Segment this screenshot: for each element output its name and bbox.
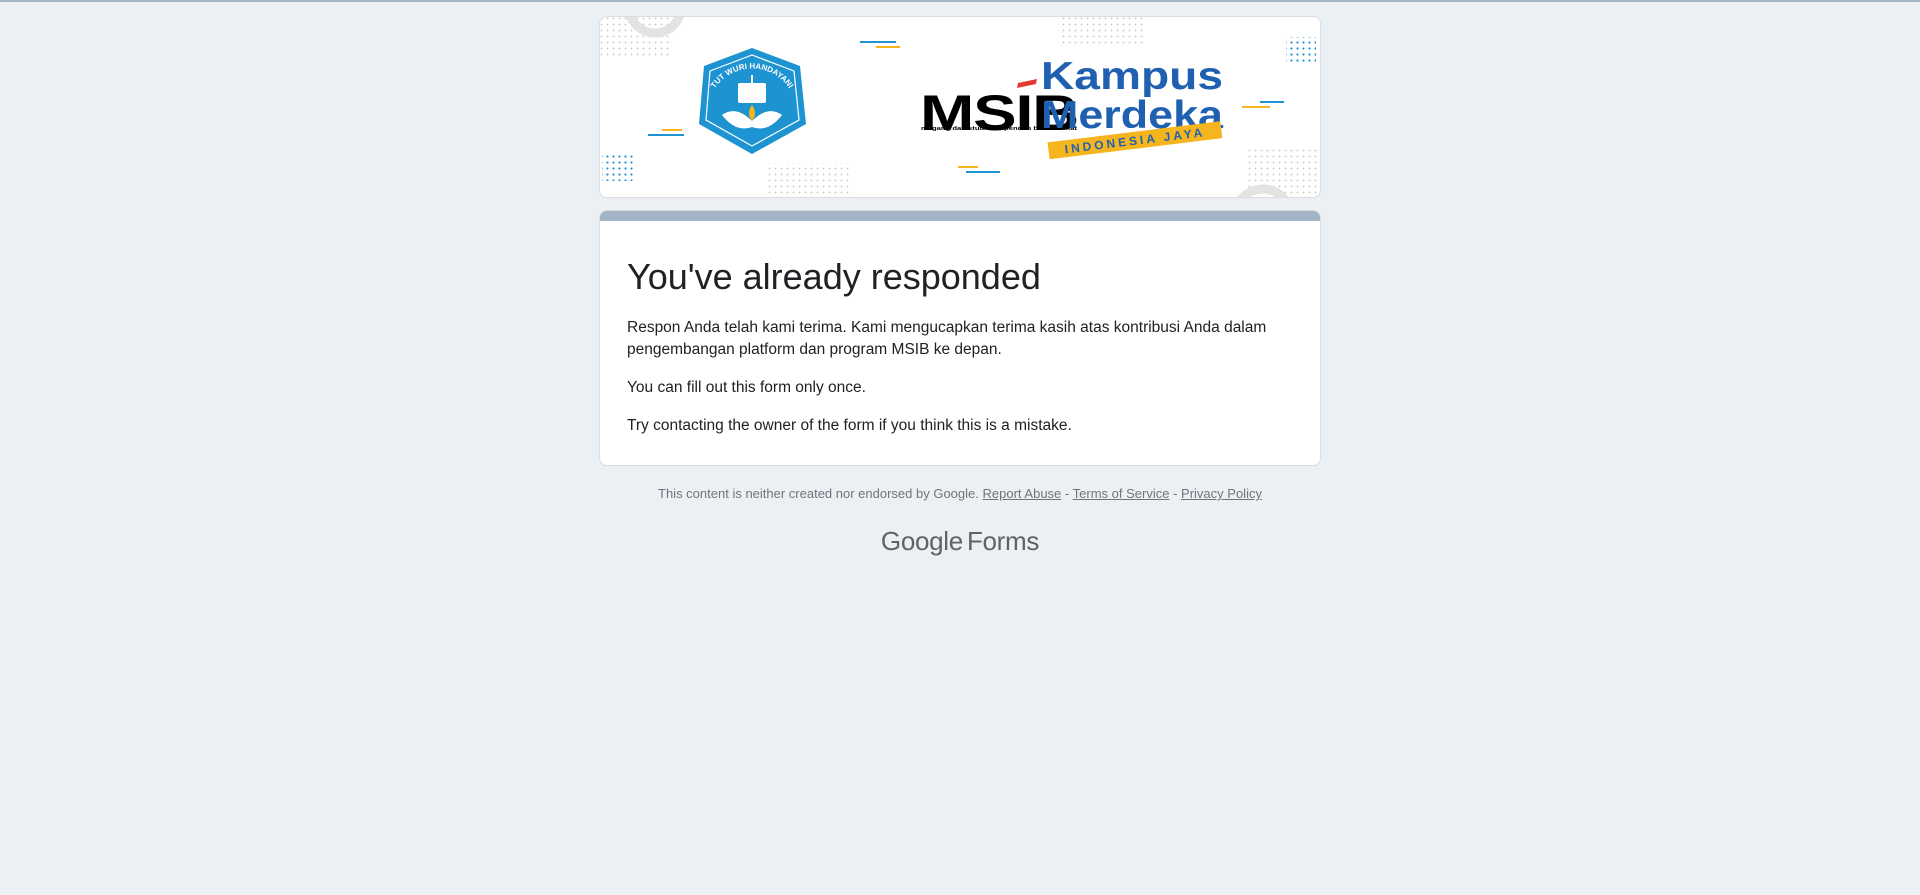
- report-abuse-link[interactable]: Report Abuse: [983, 486, 1062, 501]
- privacy-policy-link[interactable]: Privacy Policy: [1181, 486, 1262, 501]
- footer: This content is neither created nor endo…: [599, 484, 1321, 504]
- forms-wordmark: Forms: [966, 526, 1040, 556]
- confirmation-message: Respon Anda telah kami terima. Kami meng…: [627, 319, 1267, 358]
- contact-owner-note: Try contacting the owner of the form if …: [627, 417, 1072, 434]
- svg-text:Kampus: Kampus: [1041, 55, 1223, 98]
- response-card: You've already responded Respon Anda tel…: [599, 210, 1321, 466]
- header-banner: TUT WURI HANDAYANI MSIB magang dan studi…: [599, 16, 1321, 198]
- page-title: You've already responded: [627, 256, 1041, 297]
- disclaimer-text: This content is neither created nor endo…: [658, 486, 979, 501]
- google-wordmark: Google: [880, 526, 963, 556]
- card-body: You've already responded Respon Anda tel…: [600, 221, 1320, 465]
- card-accent-bar: [600, 211, 1320, 221]
- footer-separator: -: [1173, 486, 1178, 501]
- single-response-note: You can fill out this form only once.: [627, 379, 866, 396]
- footer-separator: -: [1064, 486, 1070, 501]
- banner-graphic: TUT WURI HANDAYANI MSIB magang dan studi…: [600, 17, 1320, 197]
- tut-wuri-handayani-emblem: TUT WURI HANDAYANI: [699, 48, 806, 154]
- google-forms-logo[interactable]: Google Forms: [599, 526, 1321, 557]
- top-accent-line: [0, 0, 1920, 2]
- form-page: TUT WURI HANDAYANI MSIB magang dan studi…: [599, 16, 1321, 557]
- terms-of-service-link[interactable]: Terms of Service: [1073, 486, 1170, 501]
- kampus-merdeka-logo: Kampus Merdeka INDONESIA JAYA: [1041, 55, 1223, 160]
